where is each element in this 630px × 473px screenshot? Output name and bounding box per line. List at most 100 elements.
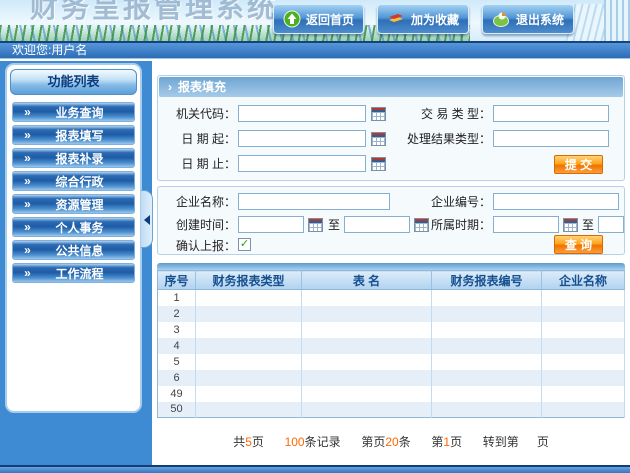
cell-report-type xyxy=(196,370,302,386)
cell-table-name xyxy=(302,354,432,370)
welcome-text: 欢迎您:用户名 xyxy=(12,43,87,57)
period-from-input[interactable] xyxy=(493,216,559,233)
cell-report-no xyxy=(432,402,542,418)
results-table: 序号 财务报表类型 表 名 财务报表编号 企业名称 1 2 3 4 5 6 49… xyxy=(157,270,625,418)
org-code-input[interactable] xyxy=(238,105,366,122)
cell-company xyxy=(542,306,625,322)
cell-company xyxy=(542,338,625,354)
table-row[interactable]: 50 xyxy=(158,402,625,418)
sidebar-item-label: 业务查询 xyxy=(41,104,134,121)
row-index: 5 xyxy=(158,354,196,370)
cell-table-name xyxy=(302,290,432,306)
col-header-report-no: 财务报表编号 xyxy=(432,271,542,290)
total-pages-text: 共5页 xyxy=(233,435,264,449)
col-header-index: 序号 xyxy=(158,271,196,290)
goto-page-label[interactable]: 转到第 xyxy=(483,435,519,449)
company-name-input[interactable] xyxy=(238,193,390,210)
cell-report-no xyxy=(432,322,542,338)
confirm-report-label: 确认上报： xyxy=(164,238,236,255)
to-label: 至 xyxy=(580,217,594,234)
sidebar-item-admin[interactable]: » 综合行政 xyxy=(12,171,135,191)
sidebar-item-workflow[interactable]: » 工作流程 xyxy=(12,263,135,283)
cell-table-name xyxy=(302,402,432,418)
double-chevron-icon: » xyxy=(13,105,41,119)
row-index: 1 xyxy=(158,290,196,306)
sidebar-item-business-query[interactable]: » 业务查询 xyxy=(12,102,135,122)
date-from-input[interactable] xyxy=(238,130,366,147)
double-chevron-icon: » xyxy=(13,174,41,188)
row-index: 6 xyxy=(158,370,196,386)
table-row[interactable]: 1 xyxy=(158,290,625,306)
cell-report-type xyxy=(196,386,302,402)
cell-report-type xyxy=(196,402,302,418)
query-panel: 企业名称： 企业编号： 创建时间： 至 所属时期： 至 确认上报： ✓ 查 询 xyxy=(157,186,625,255)
double-chevron-icon: » xyxy=(13,197,41,211)
table-row[interactable]: 49 xyxy=(158,386,625,402)
footer-bar xyxy=(0,465,630,473)
query-button[interactable]: 查 询 xyxy=(554,235,603,254)
row-index: 49 xyxy=(158,386,196,402)
company-name-label: 企业名称： xyxy=(164,194,236,211)
sidebar-collapse-tab[interactable] xyxy=(141,190,153,248)
double-chevron-icon: » xyxy=(13,266,41,280)
sidebar-item-personal[interactable]: » 个人事务 xyxy=(12,217,135,237)
confirm-report-checkbox[interactable]: ✓ xyxy=(238,238,251,251)
cell-table-name xyxy=(302,306,432,322)
sidebar-item-public-info[interactable]: » 公共信息 xyxy=(12,240,135,260)
add-favorite-button[interactable]: 加为收藏 xyxy=(377,4,469,34)
double-chevron-icon: » xyxy=(13,220,41,234)
pagination-text: 条记录 xyxy=(305,435,341,449)
double-chevron-icon: » xyxy=(13,243,41,257)
cell-report-no xyxy=(432,370,542,386)
checkmark-icon: ✓ xyxy=(240,238,249,250)
report-fill-header: ›报表填充 xyxy=(159,77,623,97)
table-header-row: 序号 财务报表类型 表 名 财务报表编号 企业名称 xyxy=(158,271,625,290)
report-fill-panel: ›报表填充 机关代码： 交 易 类 型： 日 期 起： 处理结果类型： 日 期 … xyxy=(157,75,625,181)
current-page-text: 第1页 xyxy=(431,435,462,449)
home-up-arrow-icon xyxy=(283,10,301,28)
cell-report-no xyxy=(432,338,542,354)
submit-button[interactable]: 提 交 xyxy=(554,155,603,174)
period-to-input[interactable] xyxy=(598,216,624,233)
transaction-type-label: 交 易 类 型： xyxy=(386,106,491,123)
sidebar-item-label: 公共信息 xyxy=(41,242,134,259)
table-row[interactable]: 4 xyxy=(158,338,625,354)
sidebar-item-resource[interactable]: » 资源管理 xyxy=(12,194,135,214)
calendar-icon[interactable] xyxy=(371,157,386,171)
calendar-icon[interactable] xyxy=(371,107,386,121)
table-row[interactable]: 3 xyxy=(158,322,625,338)
create-time-from-input[interactable] xyxy=(238,216,304,233)
exit-system-button[interactable]: 退出系统 xyxy=(482,4,574,34)
calendar-icon[interactable] xyxy=(563,218,578,232)
sidebar-item-label: 资源管理 xyxy=(41,196,134,213)
table-row[interactable]: 5 xyxy=(158,354,625,370)
calendar-icon[interactable] xyxy=(371,132,386,146)
company-code-input[interactable] xyxy=(493,193,619,210)
cell-report-type xyxy=(196,306,302,322)
row-index: 50 xyxy=(158,402,196,418)
cell-report-type xyxy=(196,322,302,338)
site-title: 财务呈报管理系统 xyxy=(30,0,278,26)
sidebar-title: 功能列表 xyxy=(10,69,137,95)
return-home-button[interactable]: 返回首页 xyxy=(273,4,364,34)
date-to-label: 日 期 止： xyxy=(164,156,236,173)
cell-report-no xyxy=(432,386,542,402)
cell-table-name xyxy=(302,370,432,386)
table-row[interactable]: 6 xyxy=(158,370,625,386)
cell-report-no xyxy=(432,306,542,322)
sidebar-item-label: 综合行政 xyxy=(41,173,134,190)
calendar-icon[interactable] xyxy=(308,218,323,232)
date-to-input[interactable] xyxy=(238,155,366,172)
pagination-text: 条 xyxy=(399,435,411,449)
sidebar-item-report-supplement[interactable]: » 报表补录 xyxy=(12,148,135,168)
cell-company xyxy=(542,322,625,338)
transaction-type-input[interactable] xyxy=(493,105,609,122)
sidebar-item-label: 个人事务 xyxy=(41,219,134,236)
nav-button-label: 退出系统 xyxy=(516,11,564,28)
sidebar-item-report-fill[interactable]: » 报表填写 xyxy=(12,125,135,145)
cell-report-type xyxy=(196,290,302,306)
result-type-input[interactable] xyxy=(493,130,609,147)
cell-report-type xyxy=(196,354,302,370)
table-row[interactable]: 2 xyxy=(158,306,625,322)
org-code-label: 机关代码： xyxy=(164,106,236,123)
